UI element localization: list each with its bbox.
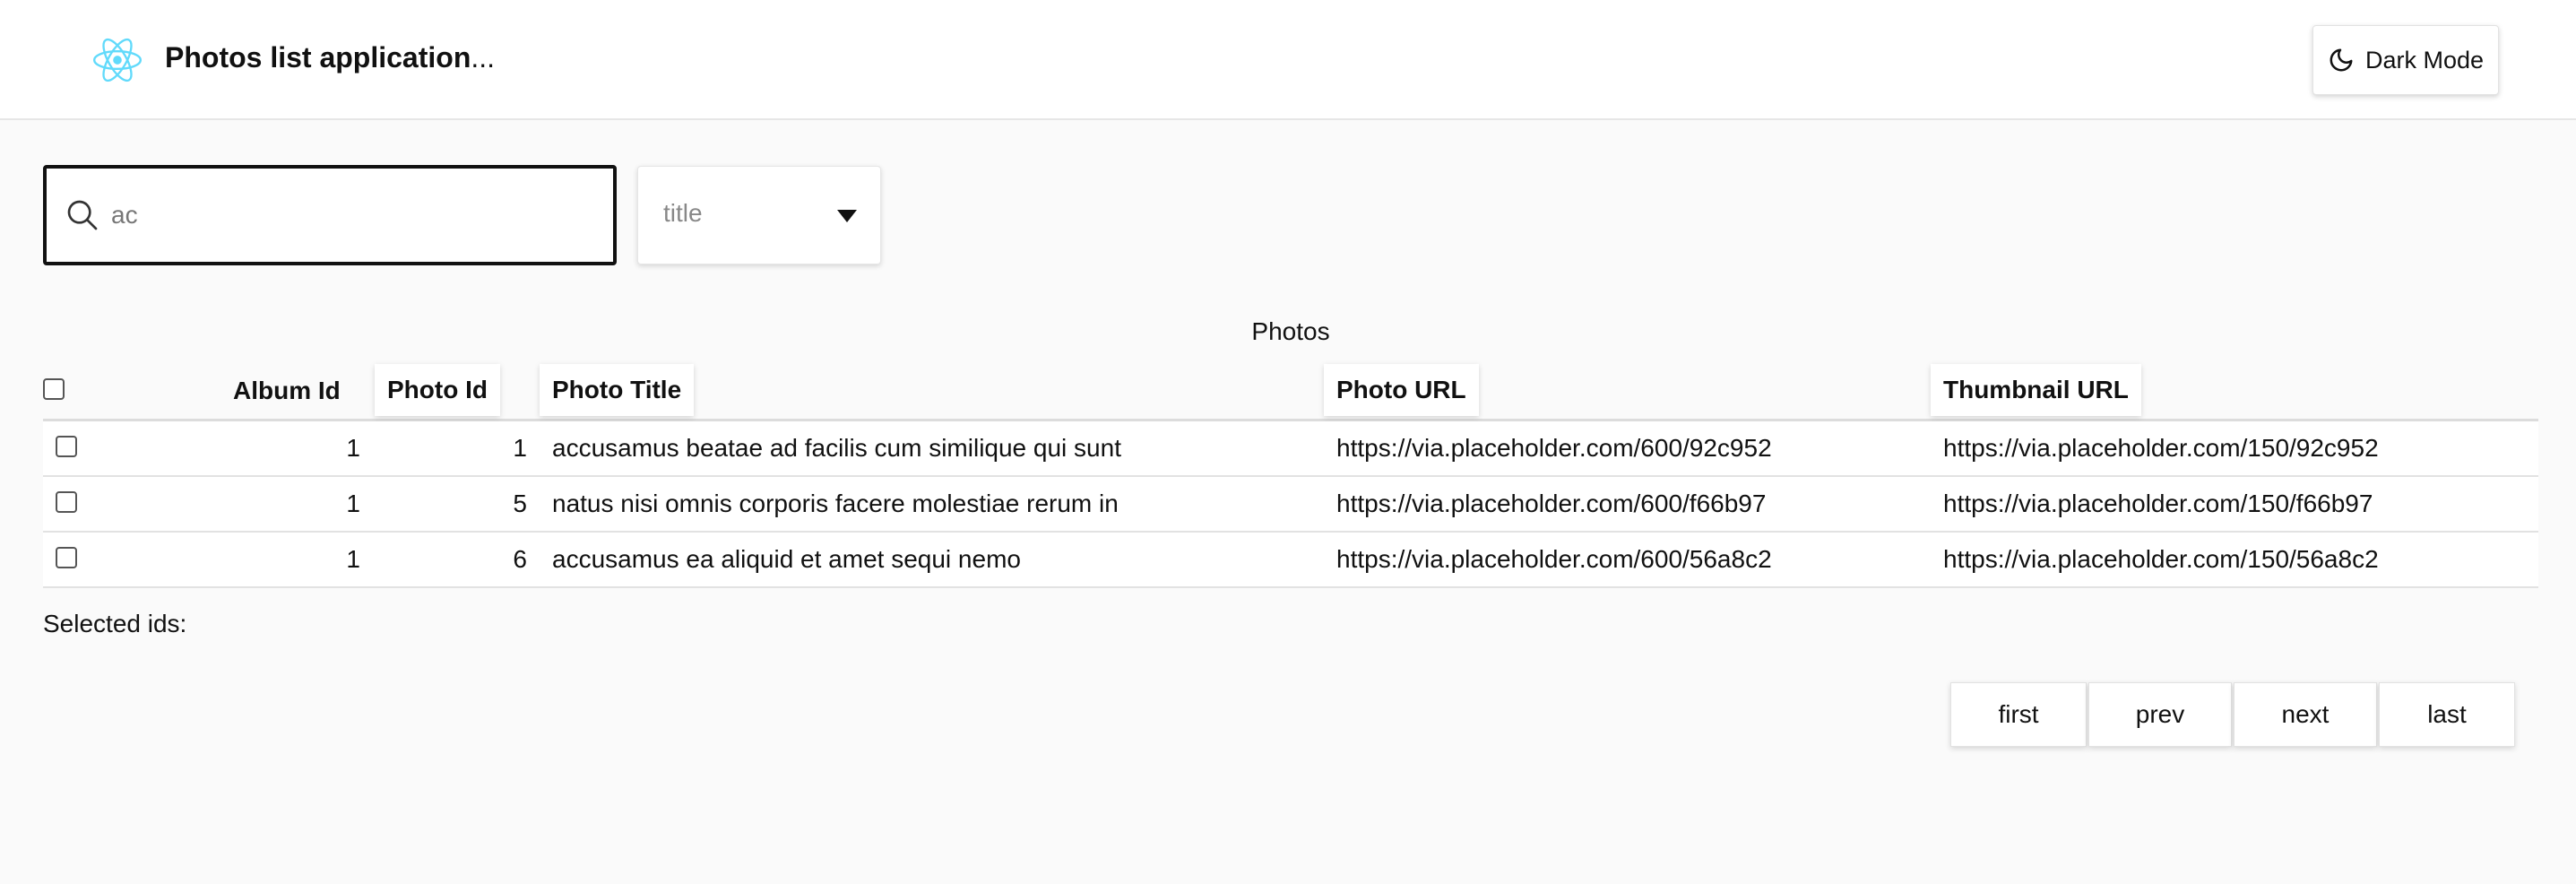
select-value: title [663, 199, 703, 227]
photo-url-cell: https://via.placeholder.com/600/92c952 [1336, 434, 1772, 462]
search-input[interactable] [111, 169, 595, 262]
thumbnail-url-cell: https://via.placeholder.com/150/f66b97 [1943, 490, 2373, 517]
app-title: Photos list application... [165, 39, 495, 75]
pagination: first prev next last [1950, 682, 2517, 747]
table-row: 1 1 accusamus beatae ad facilis cum simi… [43, 421, 2538, 477]
app-title-text: Photos list application [165, 41, 471, 74]
table-caption: Photos [1251, 317, 1330, 345]
column-header-photo-id[interactable]: Photo Id [375, 364, 500, 416]
album-id-cell: 1 [346, 490, 360, 517]
photo-title-cell: natus nisi omnis corporis facere molesti… [552, 490, 1119, 517]
column-header-photo-url[interactable]: Photo URL [1324, 364, 1479, 416]
table-row: 1 5 natus nisi omnis corporis facere mol… [43, 477, 2538, 533]
select-all-checkbox[interactable] [43, 378, 65, 400]
row-checkbox[interactable] [56, 491, 77, 513]
column-header-thumbnail-url[interactable]: Thumbnail URL [1931, 364, 2141, 416]
row-checkbox[interactable] [56, 436, 77, 457]
next-page-button[interactable]: next [2234, 682, 2377, 747]
first-page-button[interactable]: first [1950, 682, 2087, 747]
photo-title-cell: accusamus ea aliquid et amet sequi nemo [552, 545, 1021, 573]
filter-field-select[interactable]: title [637, 166, 881, 264]
photo-url-cell: https://via.placeholder.com/600/f66b97 [1336, 490, 1767, 517]
photo-id-cell: 6 [513, 545, 527, 573]
app-title-ellipsis: ... [471, 41, 496, 74]
prev-page-button[interactable]: prev [2088, 682, 2232, 747]
column-header-album-id[interactable]: Album Id [233, 362, 341, 419]
row-checkbox[interactable] [56, 547, 77, 568]
table-header-row: Album Id Photo Id Photo Title Photo URL … [43, 362, 2538, 421]
table-row: 1 6 accusamus ea aliquid et amet sequi n… [43, 533, 2538, 588]
moon-icon [2330, 48, 2353, 72]
album-id-cell: 1 [346, 545, 360, 573]
photo-id-cell: 5 [513, 490, 527, 517]
dark-mode-button[interactable]: Dark Mode [2312, 25, 2499, 95]
search-icon [67, 200, 98, 230]
photo-id-cell: 1 [513, 434, 527, 462]
caret-down-icon [837, 210, 857, 222]
photo-title-cell: accusamus beatae ad facilis cum similiqu… [552, 434, 1121, 462]
thumbnail-url-cell: https://via.placeholder.com/150/56a8c2 [1943, 545, 2379, 573]
last-page-button[interactable]: last [2379, 682, 2515, 747]
selected-ids-label: Selected ids: [43, 610, 187, 637]
search-field[interactable] [43, 165, 617, 265]
photos-table: Album Id Photo Id Photo Title Photo URL … [43, 362, 2538, 588]
column-header-photo-title[interactable]: Photo Title [540, 364, 695, 416]
app-header: Photos list application... Dark Mode [0, 0, 2576, 120]
photo-url-cell: https://via.placeholder.com/600/56a8c2 [1336, 545, 1772, 573]
dark-mode-label: Dark Mode [2364, 46, 2485, 74]
album-id-cell: 1 [346, 434, 360, 462]
thumbnail-url-cell: https://via.placeholder.com/150/92c952 [1943, 434, 2379, 462]
react-logo-icon [93, 38, 142, 82]
